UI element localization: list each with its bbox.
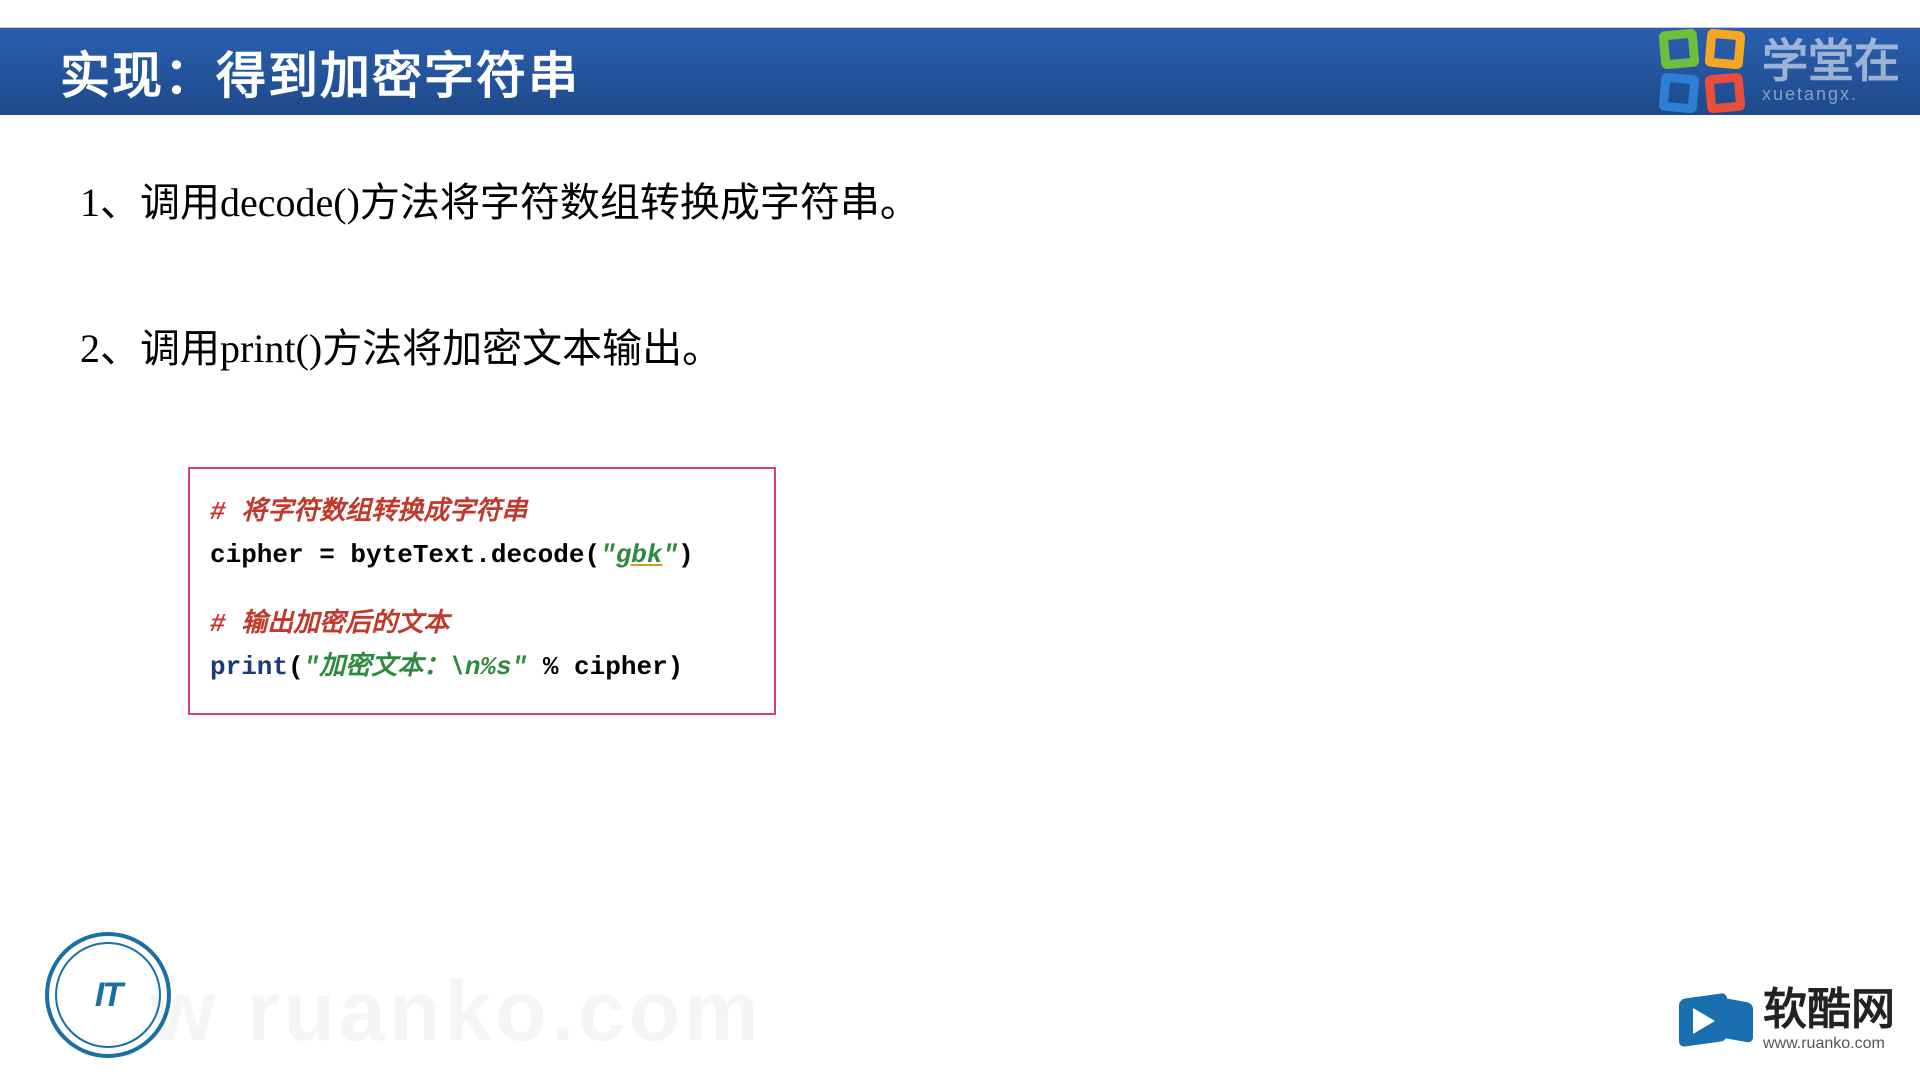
bullet-1-prefix: 1、调用	[80, 180, 220, 225]
bullet-1: 1、调用decode()方法将字符数组转换成字符串。	[80, 175, 1840, 231]
slide-title: 实现：得到加密字符串	[60, 36, 580, 108]
code-line-2: cipher = byteText.decode("gbk")	[210, 534, 754, 577]
play-icon	[1679, 990, 1753, 1050]
code-l4d: % cipher)	[527, 652, 683, 682]
watermark: w ruanko.com	[150, 963, 763, 1060]
ruanko-text: 软酷网 www.ruanko.com	[1763, 988, 1895, 1052]
code-box: # 将字符数组转换成字符串 cipher = byteText.decode("…	[188, 467, 776, 715]
code-l2b: "	[600, 540, 616, 570]
bullet-2-code: print()	[220, 326, 322, 371]
bullet-2: 2、调用print()方法将加密文本输出。	[80, 321, 1840, 377]
code-l2a: cipher = byteText.decode(	[210, 540, 600, 570]
bullet-1-code: decode()	[220, 180, 360, 225]
code-l4c: "加密文本：\n%s"	[304, 652, 528, 682]
slide: 实现：得到加密字符串 学堂在 xuetangx. 1、调用decode()方法将…	[0, 0, 1920, 1080]
code-comment-2: # 输出加密后的文本	[210, 603, 754, 646]
code-l2c: gbk	[616, 540, 663, 570]
code-comment-1: # 将字符数组转换成字符串	[210, 491, 754, 534]
xuetang-en: xuetangx.	[1762, 84, 1900, 105]
xuetang-squares-icon	[1660, 30, 1752, 114]
code-l4a: print	[210, 652, 288, 682]
content-area: 1、调用decode()方法将字符数组转换成字符串。 2、调用print()方法…	[0, 115, 1920, 775]
xuetang-logo: 学堂在 xuetangx.	[1660, 28, 1920, 115]
code-line-4: print("加密文本：\n%s" % cipher)	[210, 646, 754, 689]
code-l4b: (	[288, 652, 304, 682]
edu-logo-text: IT	[95, 976, 121, 1015]
xuetang-text: 学堂在 xuetangx.	[1762, 38, 1900, 105]
bullet-2-suffix: 方法将加密文本输出。	[322, 326, 722, 371]
ruanko-url: www.ruanko.com	[1763, 1036, 1895, 1052]
xuetang-cn: 学堂在	[1762, 38, 1900, 84]
ruanko-cn: 软酷网	[1763, 988, 1895, 1032]
bullet-2-prefix: 2、调用	[80, 326, 220, 371]
bullet-1-suffix: 方法将字符数组转换成字符串。	[360, 180, 920, 225]
code-l2e: )	[678, 540, 694, 570]
header-bar: 实现：得到加密字符串 学堂在 xuetangx.	[0, 28, 1920, 115]
edu-logo: IT	[45, 932, 171, 1058]
code-l2d: "	[663, 540, 679, 570]
ruanko-logo: 软酷网 www.ruanko.com	[1679, 988, 1895, 1052]
top-gap	[0, 0, 1920, 28]
